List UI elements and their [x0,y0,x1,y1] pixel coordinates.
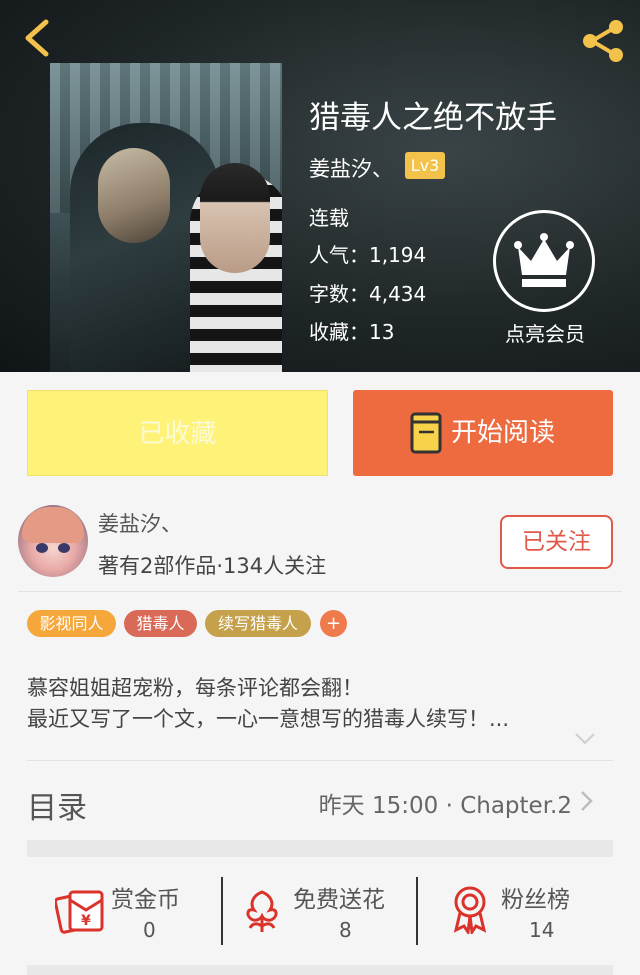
divider [416,877,418,945]
author-avatar[interactable] [18,505,88,577]
section-separator [27,840,613,857]
level-badge: Lv3 [405,152,445,179]
book-cover-image [50,63,282,372]
fans-rank-value: 14 [529,918,555,942]
flower-icon [246,890,278,932]
follow-button[interactable]: 已关注 [500,515,613,569]
book-author[interactable]: 姜盐汐、 [309,153,393,183]
vip-button[interactable] [493,210,595,312]
tag-item[interactable]: 影视同人 [27,610,116,637]
tag-item[interactable]: 猎毒人 [124,610,197,637]
red-envelope-icon: ¥ [55,890,104,934]
section-separator [27,965,613,975]
vip-label[interactable]: 点亮会员 [490,318,600,347]
serial-status: 连载 [309,206,349,230]
start-reading-button[interactable]: 开始阅读 [353,390,613,476]
book-header: 猎毒人之绝不放手 姜盐汐、 Lv3 连载 人气：1,194 字数：4,434 收… [0,0,640,372]
free-flower-value: 8 [339,918,352,942]
free-flower-label[interactable]: 免费送花 [293,880,385,914]
popularity-stat: 人气：1,194 [309,243,427,267]
share-icon[interactable] [578,16,628,66]
book-title: 猎毒人之绝不放手 [309,100,557,136]
svg-text:¥: ¥ [81,913,91,929]
author-name[interactable]: 姜盐汐、 [98,508,182,538]
back-arrow-icon[interactable] [18,18,58,58]
crown-icon [514,233,574,287]
catalog-title[interactable]: 目录 [27,783,87,827]
favorited-button[interactable]: 已收藏 [27,390,328,476]
author-meta: 著有2部作品·134人关注 [98,554,327,578]
description-line: 最近又写了一个文，一心一意想写的猎毒人续写！... [27,707,510,731]
latest-chapter[interactable]: 昨天 15:00 · Chapter.2 [319,786,572,820]
reward-value: 0 [143,918,156,942]
favorites-stat: 收藏：13 [309,320,395,344]
word-count-stat: 字数：4,434 [309,282,427,306]
tag-item[interactable]: 续写猎毒人 [205,610,311,637]
chevron-down-icon[interactable] [574,732,596,746]
divider [18,591,622,592]
add-tag-button[interactable]: + [320,610,347,637]
divider [27,760,613,761]
description-line: 慕容姐姐超宠粉，每条评论都会翻！ [27,676,363,700]
reward-label[interactable]: 赏金币 [111,880,180,914]
divider [221,877,223,945]
fans-rank-label[interactable]: 粉丝榜 [501,880,570,914]
chevron-right-icon[interactable] [580,790,594,812]
book-icon [410,412,442,454]
medal-icon [453,886,487,934]
